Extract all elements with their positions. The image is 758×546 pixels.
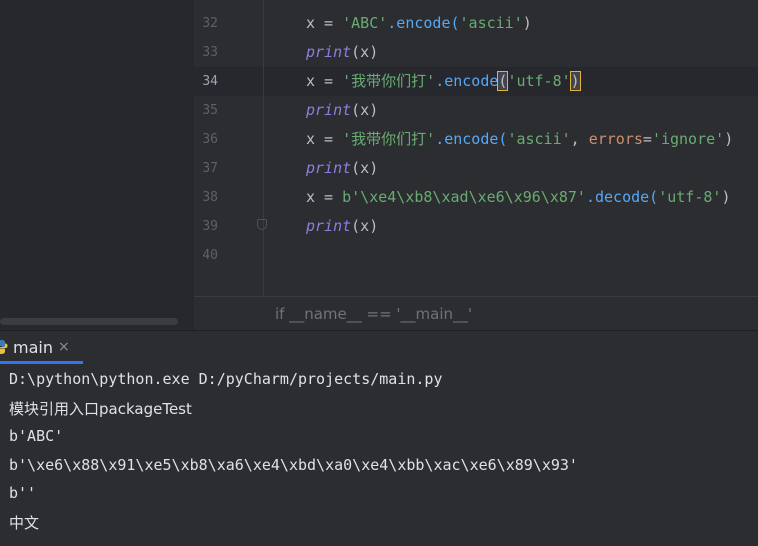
code-line[interactable]: 34 x = '我带你们打'.encode('utf-8'): [194, 67, 758, 96]
tab-main[interactable]: main ×: [0, 331, 83, 365]
project-panel: [0, 0, 194, 330]
code-token: x =: [306, 14, 343, 32]
code-token: ,: [570, 130, 589, 148]
code-text[interactable]: print(x): [306, 96, 378, 125]
console-line: D:\python\python.exe D:/pyCharm/projects…: [9, 370, 443, 388]
code-token: =: [642, 130, 652, 148]
code-token: (x): [351, 43, 379, 61]
code-line[interactable]: 39 print(x): [194, 212, 758, 241]
code-token: b'\xe4\xb8\xad\xe6\x96\x87': [342, 188, 586, 206]
code-token: x =: [306, 72, 343, 90]
code-token: (x): [351, 159, 379, 177]
code-line[interactable]: 37 print(x): [194, 154, 758, 183]
code-token: ): [522, 14, 532, 32]
code-token: 'ABC': [342, 14, 388, 32]
line-number: 38: [202, 190, 218, 205]
code-token: x =: [306, 188, 343, 206]
code-line[interactable]: 32 x = 'ABC'.encode('ascii'): [194, 9, 758, 38]
code-token: .encode(: [387, 14, 460, 32]
code-text[interactable]: x = '我带你们打'.encode('utf-8'): [306, 67, 581, 96]
code-token: '我带你们打': [342, 130, 436, 148]
code-token: x =: [306, 130, 343, 148]
code-token: (x): [351, 217, 379, 235]
code-line[interactable]: 40: [194, 241, 758, 270]
code-editor[interactable]: 32 x = 'ABC'.encode('ascii') 33 print(x) 34 x…: [194, 0, 758, 330]
line-number: 40: [202, 248, 218, 263]
code-token: print: [306, 217, 352, 235]
code-line[interactable]: 35 print(x): [194, 96, 758, 125]
code-token: .encode(: [435, 130, 508, 148]
code-token: 'utf-8': [658, 188, 722, 206]
code-token: ): [569, 71, 581, 91]
console-line: 模块引用入口packageTest: [9, 400, 192, 418]
code-token: ): [721, 188, 731, 206]
code-line[interactable]: 36 x = '我带你们打'.encode('ascii', errors='ig…: [194, 125, 758, 154]
code-text[interactable]: print(x): [306, 38, 378, 67]
console-line: b'': [9, 484, 37, 502]
python-icon: [0, 340, 8, 354]
line-number: 32: [202, 16, 218, 31]
line-number: 39: [202, 219, 218, 234]
breadcrumb-bar: if __name__ == '__main__': [194, 296, 758, 331]
code-token: 'ascii': [459, 14, 523, 32]
console-output[interactable]: D:\python\python.exe D:/pyCharm/projects…: [0, 364, 758, 546]
code-token: 'ascii': [507, 130, 571, 148]
line-number: 37: [202, 161, 218, 176]
breadcrumb[interactable]: if __name__ == '__main__': [275, 305, 472, 323]
code-text[interactable]: print(x): [306, 212, 378, 241]
code-token: ): [724, 130, 734, 148]
close-icon[interactable]: ×: [58, 339, 70, 355]
code-token: print: [306, 43, 352, 61]
fold-marker-icon[interactable]: [257, 219, 267, 230]
code-token: .decode(: [585, 188, 659, 206]
code-token: (x): [351, 101, 379, 119]
horizontal-scrollbar[interactable]: [0, 318, 178, 325]
code-token: print: [306, 101, 352, 119]
console-line: b'ABC': [9, 427, 64, 445]
code-line[interactable]: 33 print(x): [194, 38, 758, 67]
code-token: errors: [588, 130, 643, 148]
code-token: '我带你们打': [342, 72, 436, 90]
gutter-separator: [263, 0, 264, 296]
code-text[interactable]: x = '我带你们打'.encode('ascii', errors='igno…: [306, 125, 733, 154]
code-line[interactable]: 38 x = b'\xe4\xb8\xad\xe6\x96\x87'.decode…: [194, 183, 758, 212]
line-number: 33: [202, 45, 218, 60]
code-token: .encode: [435, 72, 499, 90]
line-number: 34: [202, 74, 218, 89]
run-panel-header: main ×: [0, 330, 758, 365]
console-line: b'\xe6\x88\x91\xe5\xb8\xa6\xe4\xbd\xa0\x…: [9, 456, 578, 474]
code-text[interactable]: x = b'\xe4\xb8\xad\xe6\x96\x87'.decode('…: [306, 183, 730, 212]
code-text[interactable]: x = 'ABC'.encode('ascii'): [306, 9, 532, 38]
code-text[interactable]: print(x): [306, 154, 378, 183]
line-number: 35: [202, 103, 218, 118]
code-token: 'ignore': [651, 130, 725, 148]
tab-main-label: main: [13, 338, 53, 357]
console-line: 中文: [9, 514, 40, 532]
code-token: print: [306, 159, 352, 177]
code-token: 'utf-8': [507, 72, 571, 90]
line-number: 36: [202, 132, 218, 147]
